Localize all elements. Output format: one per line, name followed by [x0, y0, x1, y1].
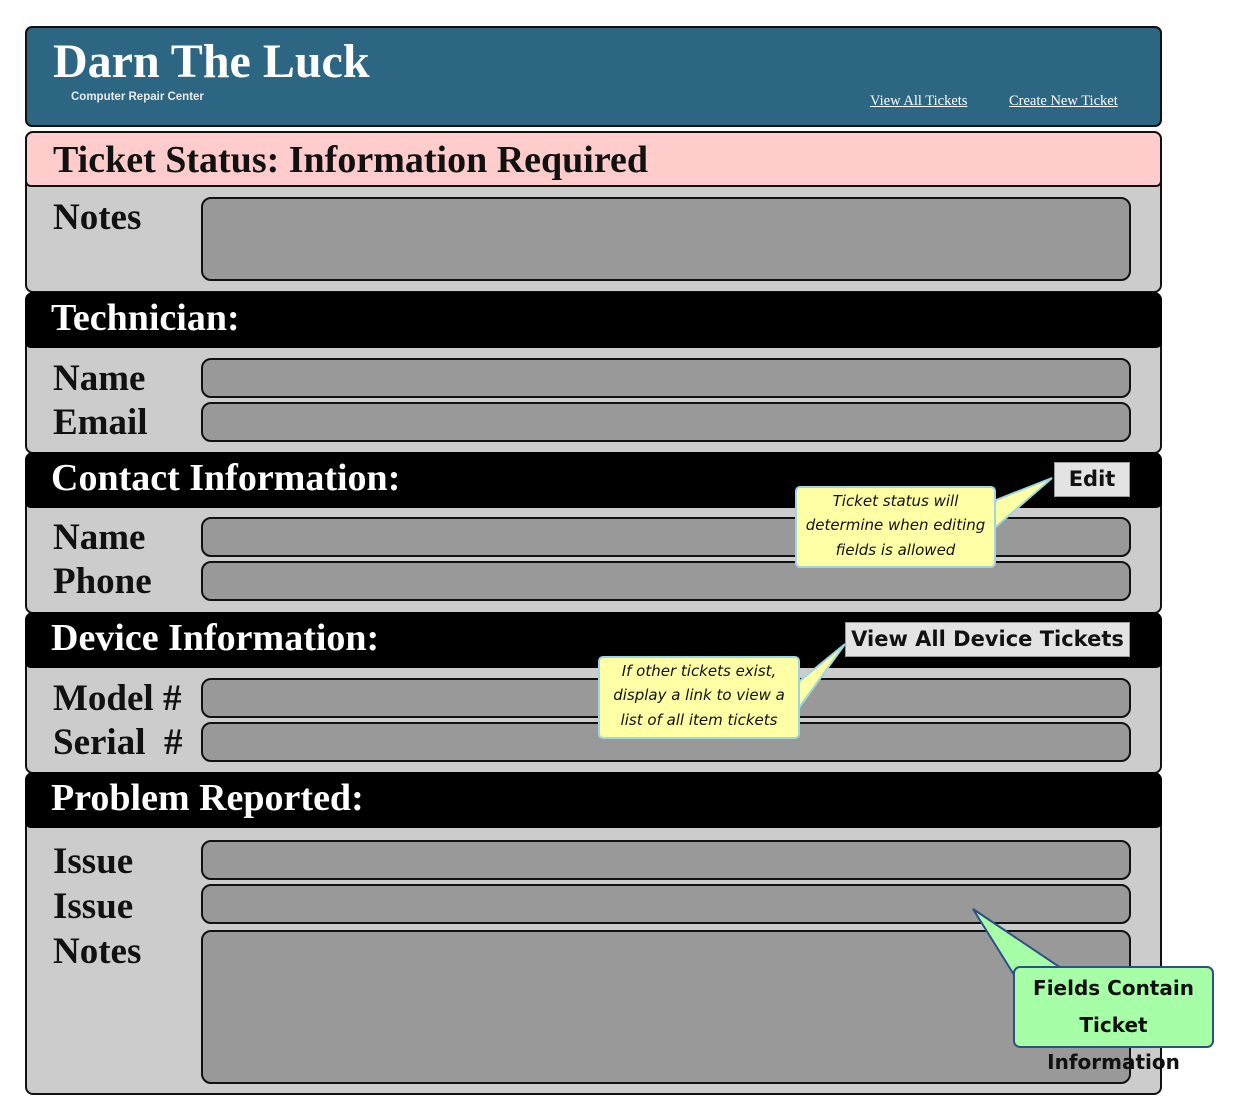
fields-info-note: Fields Contain Ticket Information — [1013, 966, 1214, 1074]
issue-field-2[interactable] — [201, 884, 1131, 924]
contact-phone-label: Phone — [53, 561, 152, 602]
problem-header: Problem Reported: — [25, 772, 1162, 828]
contact-name-label: Name — [53, 517, 146, 558]
problem-notes-field[interactable] — [201, 930, 1131, 1084]
site-subtitle: Computer Repair Center — [71, 91, 204, 103]
device-tickets-note: If other tickets exist, display a link t… — [598, 656, 800, 739]
ticket-status-title: Ticket Status: Information Required — [53, 139, 649, 181]
app-header: Darn The Luck Computer Repair Center Vie… — [25, 26, 1162, 127]
problem-title: Problem Reported: — [51, 777, 364, 819]
problem-notes-label: Notes — [53, 931, 142, 972]
status-notes-field[interactable] — [201, 197, 1131, 281]
device-title: Device Information: — [51, 617, 380, 659]
ticket-status-section: Ticket Status: Information Required Note… — [25, 131, 1162, 293]
create-new-ticket-link[interactable]: Create New Ticket — [1009, 93, 1118, 110]
technician-name-field[interactable] — [201, 358, 1131, 398]
technician-section: Technician: Name Email — [25, 292, 1162, 454]
contact-title: Contact Information: — [51, 457, 401, 499]
ticket-status-header: Ticket Status: Information Required — [25, 131, 1162, 187]
technician-header: Technician: — [25, 292, 1162, 348]
problem-section: Problem Reported: Issue Issue Notes — [25, 772, 1162, 1095]
device-section: Device Information: View All Device Tick… — [25, 612, 1162, 774]
site-title: Darn The Luck — [53, 35, 370, 88]
edit-permission-note: Ticket status will determine when editin… — [795, 486, 996, 568]
issue-label-1: Issue — [53, 841, 134, 882]
view-all-tickets-link[interactable]: View All Tickets — [870, 93, 967, 110]
issue-label-2: Issue — [53, 886, 134, 927]
technician-email-field[interactable] — [201, 402, 1131, 442]
serial-number-label: Serial # — [53, 722, 183, 763]
model-number-label: Model # — [53, 678, 182, 719]
technician-name-label: Name — [53, 358, 146, 399]
view-all-device-tickets-button[interactable]: View All Device Tickets — [845, 622, 1130, 657]
device-header: Device Information: View All Device Tick… — [25, 612, 1162, 668]
technician-title: Technician: — [51, 297, 240, 339]
issue-field-1[interactable] — [201, 840, 1131, 880]
edit-button[interactable]: Edit — [1054, 462, 1130, 497]
technician-email-label: Email — [53, 402, 148, 443]
status-notes-label: Notes — [53, 197, 142, 238]
